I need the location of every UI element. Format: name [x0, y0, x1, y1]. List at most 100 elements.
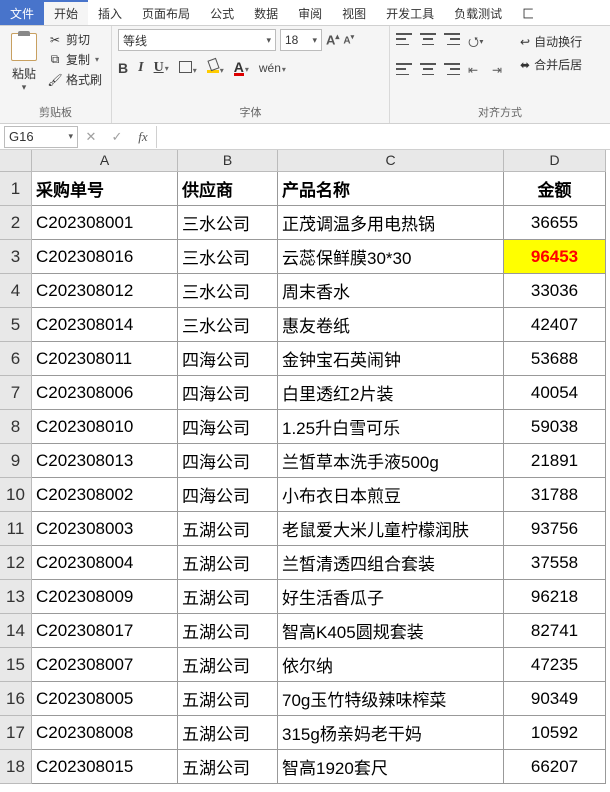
cell[interactable]: C202308004 — [32, 546, 178, 580]
tab-formula[interactable]: 公式 — [200, 0, 244, 25]
cell[interactable]: 96453 — [504, 240, 606, 274]
wrap-text-button[interactable]: ↩ 自动换行 — [520, 33, 582, 50]
cell[interactable]: 96218 — [504, 580, 606, 614]
cell[interactable]: 五湖公司 — [178, 716, 278, 750]
cell[interactable]: 小布衣日本煎豆 — [278, 478, 504, 512]
align-right-button[interactable] — [444, 63, 460, 75]
font-size-combo[interactable]: 18 ▾ — [280, 29, 322, 51]
select-all-corner[interactable] — [0, 150, 32, 172]
row-header[interactable]: 17 — [0, 716, 32, 750]
cell[interactable]: 三水公司 — [178, 240, 278, 274]
chevron-down-icon[interactable]: ▾ — [95, 55, 99, 64]
cell[interactable]: 惠友卷纸 — [278, 308, 504, 342]
cell[interactable]: 三水公司 — [178, 274, 278, 308]
cell[interactable]: 53688 — [504, 342, 606, 376]
chevron-down-icon[interactable]: ▾ — [245, 65, 249, 74]
format-painter-button[interactable]: 🖌 格式刷 — [48, 71, 102, 88]
tab-data[interactable]: 数据 — [244, 0, 288, 25]
cell[interactable]: 白里透红2片装 — [278, 376, 504, 410]
row-header[interactable]: 6 — [0, 342, 32, 376]
align-middle-button[interactable] — [420, 33, 436, 45]
row-header[interactable]: 18 — [0, 750, 32, 784]
cut-button[interactable]: ✂ 剪切 — [48, 31, 102, 48]
cell[interactable]: C202308008 — [32, 716, 178, 750]
cell[interactable]: C202308017 — [32, 614, 178, 648]
shrink-font-button[interactable]: A▾ — [343, 33, 354, 46]
tab-file[interactable]: 文件 — [0, 0, 44, 25]
align-left-button[interactable] — [396, 63, 412, 75]
row-header[interactable]: 4 — [0, 274, 32, 308]
cell[interactable]: 依尔纳 — [278, 648, 504, 682]
row-header[interactable]: 3 — [0, 240, 32, 274]
chevron-down-icon[interactable]: ▾ — [266, 35, 271, 46]
cell[interactable]: 三水公司 — [178, 308, 278, 342]
row-header[interactable]: 7 — [0, 376, 32, 410]
tab-extra[interactable]: 匚 — [512, 0, 544, 25]
chevron-down-icon[interactable]: ▾ — [165, 64, 169, 73]
row-header[interactable]: 11 — [0, 512, 32, 546]
cell[interactable]: 周末香水 — [278, 274, 504, 308]
tab-load[interactable]: 负载测试 — [444, 0, 512, 25]
accept-formula-button[interactable]: ✓ — [104, 129, 130, 145]
name-box[interactable]: G16 ▾ — [4, 126, 78, 148]
chevron-down-icon[interactable]: ▾ — [220, 66, 224, 75]
cell[interactable]: 31788 — [504, 478, 606, 512]
font-color-button[interactable]: A — [234, 61, 244, 76]
cell[interactable]: 兰皙草本洗手液500g — [278, 444, 504, 478]
cell[interactable]: 五湖公司 — [178, 546, 278, 580]
cell[interactable]: 33036 — [504, 274, 606, 308]
cell[interactable]: 59038 — [504, 410, 606, 444]
tab-layout[interactable]: 页面布局 — [132, 0, 200, 25]
row-header[interactable]: 1 — [0, 172, 32, 206]
row-header[interactable]: 13 — [0, 580, 32, 614]
cell[interactable]: 好生活香瓜子 — [278, 580, 504, 614]
col-header-A[interactable]: A — [32, 150, 178, 172]
col-header-C[interactable]: C — [278, 150, 504, 172]
cell[interactable]: 47235 — [504, 648, 606, 682]
underline-button[interactable]: U — [154, 60, 164, 75]
cell[interactable]: 云蕊保鲜膜30*30 — [278, 240, 504, 274]
cell[interactable]: 四海公司 — [178, 376, 278, 410]
cell[interactable]: 金钟宝石英闹钟 — [278, 342, 504, 376]
row-header[interactable]: 14 — [0, 614, 32, 648]
cell[interactable]: 正茂调温多用电热锅 — [278, 206, 504, 240]
cell[interactable]: 五湖公司 — [178, 580, 278, 614]
cell[interactable]: 智高1920套尺 — [278, 750, 504, 784]
cell[interactable]: 五湖公司 — [178, 648, 278, 682]
cell[interactable]: 66207 — [504, 750, 606, 784]
col-header-D[interactable]: D — [504, 150, 606, 172]
cell[interactable]: C202308012 — [32, 274, 178, 308]
cell[interactable]: C202308002 — [32, 478, 178, 512]
cell[interactable]: 10592 — [504, 716, 606, 750]
cell[interactable]: C202308007 — [32, 648, 178, 682]
row-header[interactable]: 8 — [0, 410, 32, 444]
cell[interactable]: 五湖公司 — [178, 750, 278, 784]
cell[interactable]: 供应商 — [178, 172, 278, 206]
fill-color-button[interactable] — [207, 61, 219, 73]
cell[interactable]: C202308013 — [32, 444, 178, 478]
row-header[interactable]: 9 — [0, 444, 32, 478]
cell[interactable]: C202308015 — [32, 750, 178, 784]
grow-font-button[interactable]: A▴ — [326, 32, 339, 47]
tab-review[interactable]: 审阅 — [288, 0, 332, 25]
cell[interactable]: C202308011 — [32, 342, 178, 376]
cell[interactable]: C202308010 — [32, 410, 178, 444]
align-top-button[interactable] — [396, 33, 412, 45]
cell[interactable]: 315g杨亲妈老干妈 — [278, 716, 504, 750]
cell[interactable]: C202308003 — [32, 512, 178, 546]
cell[interactable]: 42407 — [504, 308, 606, 342]
chevron-down-icon[interactable]: ▾ — [282, 65, 286, 74]
cell[interactable]: 90349 — [504, 682, 606, 716]
border-button[interactable] — [179, 61, 192, 73]
cell[interactable]: 兰皙清透四组合套装 — [278, 546, 504, 580]
cell[interactable]: 70g玉竹特级辣味榨菜 — [278, 682, 504, 716]
formula-input[interactable] — [156, 126, 610, 148]
decrease-indent-button[interactable]: ⇤ — [468, 63, 484, 75]
row-header[interactable]: 2 — [0, 206, 32, 240]
cell[interactable]: 四海公司 — [178, 444, 278, 478]
cell[interactable]: C202308005 — [32, 682, 178, 716]
cell[interactable]: C202308014 — [32, 308, 178, 342]
merge-center-button[interactable]: ⬌ 合并后居 — [520, 56, 582, 73]
cell[interactable]: 老鼠爱大米儿童柠檬润肤 — [278, 512, 504, 546]
cell[interactable]: C202308009 — [32, 580, 178, 614]
